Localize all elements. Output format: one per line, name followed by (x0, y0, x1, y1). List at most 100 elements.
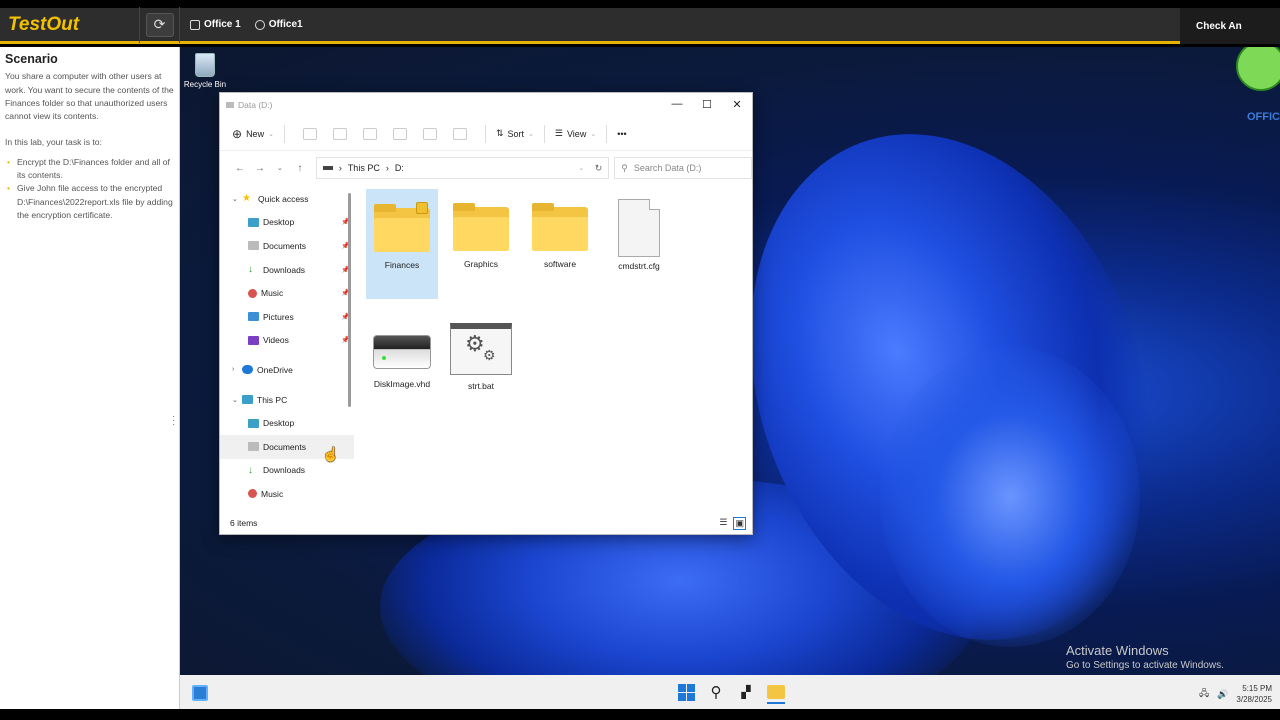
check-answers-button[interactable]: Check An (1180, 8, 1280, 44)
star-icon: ★ (242, 193, 251, 205)
videos-icon (248, 335, 259, 345)
task-view-icon[interactable]: ▞ (737, 683, 755, 701)
documents-icon (248, 442, 259, 452)
file-item-finances[interactable]: Finances (366, 189, 438, 299)
activation-watermark: Activate Windows Go to Settings to activ… (1066, 643, 1224, 671)
nav-quick-videos[interactable]: Videos 📌 (220, 329, 354, 353)
chevron-down-icon: ⌄ (232, 195, 238, 203)
nav-scrollbar[interactable] (348, 187, 352, 517)
refresh-icon: ⟳ (153, 16, 166, 32)
close-button[interactable]: ✕ (722, 93, 752, 115)
chevron-down-icon[interactable]: ⌄ (578, 164, 584, 172)
sort-button[interactable]: ⇅ Sort ⌄ (496, 128, 534, 139)
tab-office1-screen[interactable]: Office1 (254, 19, 303, 30)
nav-this-pc[interactable]: ⌄ This PC (220, 388, 354, 412)
breadcrumb-this-pc[interactable]: This PC (348, 163, 380, 173)
system-clock[interactable]: 5:15 PM 3/28/2025 (1236, 683, 1272, 705)
address-bar[interactable]: › This PC › D: ⌄ ↻ (315, 157, 610, 179)
cut-icon[interactable] (302, 127, 317, 140)
file-item-graphics[interactable]: Graphics (445, 189, 517, 299)
music-icon (248, 489, 257, 499)
folder-icon (453, 203, 509, 251)
large-icons-view-icon[interactable]: ▣ (733, 517, 746, 530)
search-input[interactable]: ⚲ Search Data (D:) (614, 157, 752, 179)
documents-icon (248, 241, 259, 251)
music-icon (248, 288, 257, 298)
batch-file-icon: ⚙ ⚙ (450, 323, 512, 375)
file-explorer-window: Data (D:) — ☐ ✕ ⊕ New ⌄ ⇅ Sort ⌄ ☰ View … (219, 92, 753, 535)
chevron-down-icon: ⌄ (232, 396, 238, 404)
file-item-diskimage[interactable]: DiskImage.vhd (366, 319, 438, 409)
back-icon[interactable]: ← (230, 163, 250, 174)
rename-icon[interactable] (392, 127, 407, 140)
pc-icon (322, 166, 333, 170)
breadcrumb-drive[interactable]: D: (395, 163, 404, 173)
machine-tabs: Office 1 Office1 (190, 19, 303, 30)
disk-image-icon (373, 335, 431, 369)
start-button[interactable] (677, 683, 695, 701)
recycle-bin-shortcut[interactable]: Recycle Bin (182, 53, 228, 89)
navigation-pane: ⌄ ★ Quick access Desktop 📌 Documents 📌 ↓… (220, 187, 354, 517)
nav-pc-music[interactable]: Music (220, 482, 354, 506)
task-item: Encrypt the D:\Finances folder and all o… (5, 156, 174, 183)
nav-pc-desktop[interactable]: Desktop (220, 411, 354, 435)
panel-resize-handle[interactable]: · · · (172, 412, 175, 430)
scenario-title: Scenario (5, 52, 58, 66)
this-pc-icon (242, 395, 253, 405)
search-icon[interactable]: ⚲ (707, 683, 725, 701)
task-lead: In this lab, your task is to: (5, 137, 102, 148)
widgets-icon[interactable] (192, 685, 208, 701)
nav-quick-desktop[interactable]: Desktop 📌 (220, 211, 354, 235)
copy-icon[interactable] (332, 127, 347, 140)
nav-quick-documents[interactable]: Documents 📌 (220, 234, 354, 258)
refresh-icon[interactable]: ↻ (595, 163, 603, 174)
nav-quick-access[interactable]: ⌄ ★ Quick access (220, 187, 354, 211)
file-explorer-taskbar-button[interactable] (767, 683, 785, 704)
gear-icon: ⚙ (483, 347, 496, 363)
recent-chevron-icon[interactable]: ⌄ (270, 164, 290, 172)
tab-office-1[interactable]: Office 1 (190, 19, 241, 30)
chevron-down-icon: ⌄ (268, 130, 274, 138)
forward-icon[interactable]: → (250, 163, 270, 174)
logo-badge-icon (1236, 47, 1280, 91)
nav-quick-music[interactable]: Music 📌 (220, 281, 354, 305)
new-button[interactable]: ⊕ New ⌄ (232, 127, 274, 141)
chevron-down-icon: ⌄ (590, 130, 597, 138)
testout-logo: TestOut (0, 6, 140, 43)
file-item-strt-bat[interactable]: ⚙ ⚙ strt.bat (445, 319, 517, 409)
task-list: Encrypt the D:\Finances folder and all o… (5, 156, 174, 222)
window-titlebar[interactable]: Data (D:) — ☐ ✕ (220, 93, 752, 117)
nav-quick-downloads[interactable]: ↓ Downloads 📌 (220, 258, 354, 282)
computer-icon (190, 19, 200, 30)
file-item-cmdstrt[interactable]: cmdstrt.cfg (603, 189, 675, 299)
locked-folder-icon (374, 202, 430, 252)
gear-icon: ⚙ (465, 331, 485, 356)
taskbar: ⚲ ▞ 🖧 🔊 5:15 PM 3/28/2025 (180, 675, 1280, 709)
paste-icon[interactable] (362, 127, 377, 140)
window-title: Data (D:) (238, 100, 273, 110)
nav-onedrive[interactable]: › OneDrive (220, 358, 354, 382)
view-button[interactable]: ☰ View ⌄ (555, 128, 596, 139)
share-icon[interactable] (422, 127, 437, 140)
recycle-bin-label: Recycle Bin (183, 80, 227, 89)
file-item-software[interactable]: software (524, 189, 596, 299)
file-list: Finances Graphics software cmdstrt.cfg D… (366, 187, 752, 517)
refresh-button[interactable]: ⟳ (145, 12, 174, 37)
details-view-icon[interactable]: ☰ (719, 517, 727, 530)
chevron-down-icon: ⌄ (528, 130, 534, 138)
scenario-intro: You share a computer with other users at… (5, 71, 174, 122)
minimize-button[interactable]: — (662, 93, 692, 115)
cloud-icon (242, 365, 253, 375)
task-item: Give John file access to the encrypted D… (5, 182, 174, 222)
maximize-button[interactable]: ☐ (692, 93, 722, 115)
plus-icon: ⊕ (232, 126, 243, 141)
downloads-icon: ↓ (248, 264, 253, 276)
windows-icon (677, 683, 695, 701)
network-icon[interactable]: 🖧 (1199, 686, 1209, 702)
more-options-button[interactable]: ••• (617, 129, 626, 139)
up-icon[interactable]: ↑ (290, 163, 310, 174)
delete-icon[interactable] (452, 127, 467, 140)
nav-quick-pictures[interactable]: Pictures 📌 (220, 305, 354, 329)
volume-icon[interactable]: 🔊 (1217, 689, 1228, 700)
downloads-icon: ↓ (248, 464, 253, 476)
